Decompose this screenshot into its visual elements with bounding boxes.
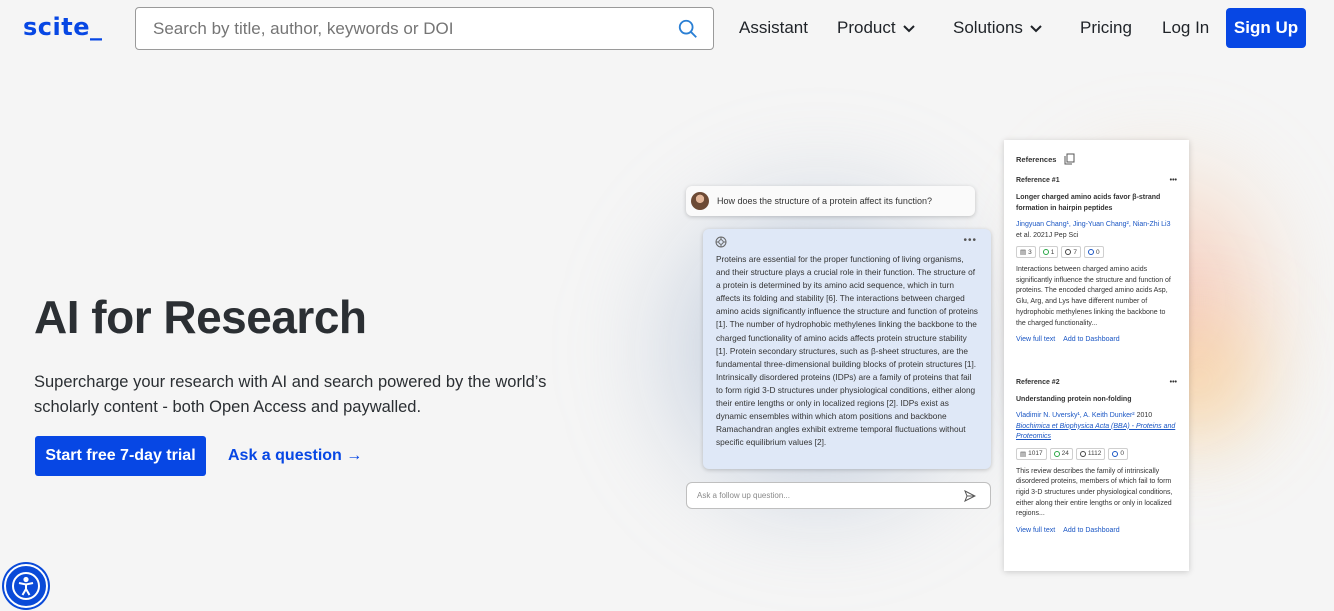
contrasting-badge[interactable]: 0: [1108, 447, 1128, 460]
search-box[interactable]: [135, 7, 714, 50]
add-to-dashboard-link[interactable]: Add to Dashboard: [1063, 527, 1119, 534]
view-full-text-link[interactable]: View full text: [1016, 336, 1055, 343]
badge-count: 1: [1050, 248, 1055, 256]
copy-icon[interactable]: [1064, 153, 1075, 165]
reference-authors: Vladimir N. Uversky¹, A. Keith Dunker² 2…: [1016, 411, 1177, 443]
signup-button[interactable]: Sign Up: [1226, 8, 1306, 48]
reference-title[interactable]: Understanding protein non-folding: [1016, 394, 1177, 405]
nav-pricing[interactable]: Pricing: [1080, 18, 1132, 38]
hero-title: AI for Research: [34, 291, 367, 343]
reference-label: Reference #1: [1016, 177, 1060, 184]
badge-count: 3: [1028, 248, 1032, 256]
check-icon: [1042, 249, 1049, 255]
nav-solutions[interactable]: Solutions: [953, 18, 1043, 38]
reference-meta: 2010: [1134, 412, 1153, 419]
badge-count: 1017: [1028, 450, 1043, 457]
ask-question-link[interactable]: Ask a question →: [228, 447, 362, 465]
reference-label: Reference #2: [1016, 379, 1060, 386]
question-text: How does the structure of a protein affe…: [717, 196, 932, 206]
assistant-logo-icon: [715, 236, 727, 248]
logo[interactable]: scite_: [23, 13, 103, 41]
hero-subtitle: Supercharge your research with AI and se…: [34, 373, 547, 416]
search-input[interactable]: [136, 8, 666, 49]
search-icon[interactable]: [677, 18, 699, 40]
add-to-dashboard-link[interactable]: Add to Dashboard: [1063, 336, 1119, 343]
reference-title[interactable]: Longer charged amino acids favor β-stran…: [1016, 192, 1177, 214]
nav-product-label: Product: [837, 18, 896, 37]
citation-badges: ▤ 1017 24 1112 0: [1016, 447, 1177, 460]
badge-count: 7: [1073, 248, 1078, 256]
publications-badge[interactable]: ▤ 1017: [1016, 447, 1047, 460]
top-nav: scite_ Assistant Product Solutions Prici…: [0, 0, 1334, 57]
login-link[interactable]: Log In: [1162, 18, 1209, 38]
accessibility-icon: [12, 572, 40, 600]
followup-box[interactable]: [686, 482, 991, 509]
reference-abstract: This review describes the family of intr…: [1016, 467, 1173, 518]
mention-icon: [1079, 450, 1086, 457]
chevron-down-icon: [1030, 25, 1042, 33]
more-options-icon[interactable]: •••: [1170, 379, 1177, 386]
reference-author-links[interactable]: Jingyuan Chang¹, Jing-Yuan Chang², Nian-…: [1016, 221, 1170, 228]
reference-author-links[interactable]: Vladimir N. Uversky¹, A. Keith Dunker²: [1016, 412, 1135, 419]
reference-abstract: Interactions between charged amino acids…: [1016, 266, 1171, 327]
mentioning-badge[interactable]: 7: [1061, 246, 1082, 258]
login-label: Log In: [1162, 18, 1210, 37]
mention-icon: [1065, 249, 1072, 255]
reference-card: Reference #2 ••• Understanding protein n…: [1016, 379, 1177, 534]
references-title-label: References: [1016, 154, 1057, 164]
contrasting-badge[interactable]: 0: [1084, 246, 1104, 258]
reference-journal[interactable]: Biochimica et Biophysica Acta (BBA) - Pr…: [1016, 423, 1175, 441]
references-panel: References Reference #1 ••• Longer charg…: [1004, 140, 1189, 571]
nav-assistant-label: Assistant: [739, 18, 808, 37]
send-icon[interactable]: [964, 490, 976, 502]
start-trial-button[interactable]: Start free 7-day trial: [35, 436, 206, 476]
supporting-badge[interactable]: 24: [1049, 447, 1073, 460]
check-icon: [1053, 450, 1060, 457]
badge-count: 0: [1096, 248, 1100, 256]
avatar: [691, 192, 709, 210]
badge-count: 24: [1061, 450, 1069, 457]
supporting-badge[interactable]: 1: [1038, 246, 1059, 258]
question-icon: [1088, 249, 1095, 255]
view-full-text-link[interactable]: View full text: [1016, 527, 1055, 534]
nav-product[interactable]: Product: [837, 18, 916, 38]
question-icon: [1112, 450, 1119, 457]
chat-answer: ••• Proteins are essential for the prope…: [703, 229, 991, 469]
chat-question: How does the structure of a protein affe…: [686, 186, 975, 216]
mentioning-badge[interactable]: 1112: [1075, 447, 1106, 460]
chevron-down-icon: [902, 25, 915, 33]
more-options-icon[interactable]: •••: [963, 234, 977, 247]
badge-count: 1112: [1087, 450, 1102, 457]
nav-assistant[interactable]: Assistant: [739, 18, 808, 38]
references-title: References: [1016, 153, 1075, 165]
reference-authors: Jingyuan Chang¹, Jing-Yuan Chang², Nian-…: [1016, 220, 1177, 241]
more-options-icon[interactable]: •••: [1170, 177, 1177, 184]
answer-text: Proteins are essential for the proper fu…: [716, 254, 978, 448]
accessibility-button[interactable]: [4, 564, 48, 608]
followup-input[interactable]: [687, 483, 947, 508]
publications-badge[interactable]: ▤ 3: [1016, 246, 1036, 258]
badge-count: 0: [1120, 450, 1124, 457]
reference-meta: et al. 2021J Pep Sci: [1016, 231, 1079, 239]
reference-card: Reference #1 ••• Longer charged amino ac…: [1016, 177, 1177, 343]
nav-solutions-label: Solutions: [953, 18, 1023, 37]
nav-pricing-label: Pricing: [1080, 18, 1132, 37]
citation-badges: ▤ 3 1 7 0: [1016, 246, 1177, 258]
